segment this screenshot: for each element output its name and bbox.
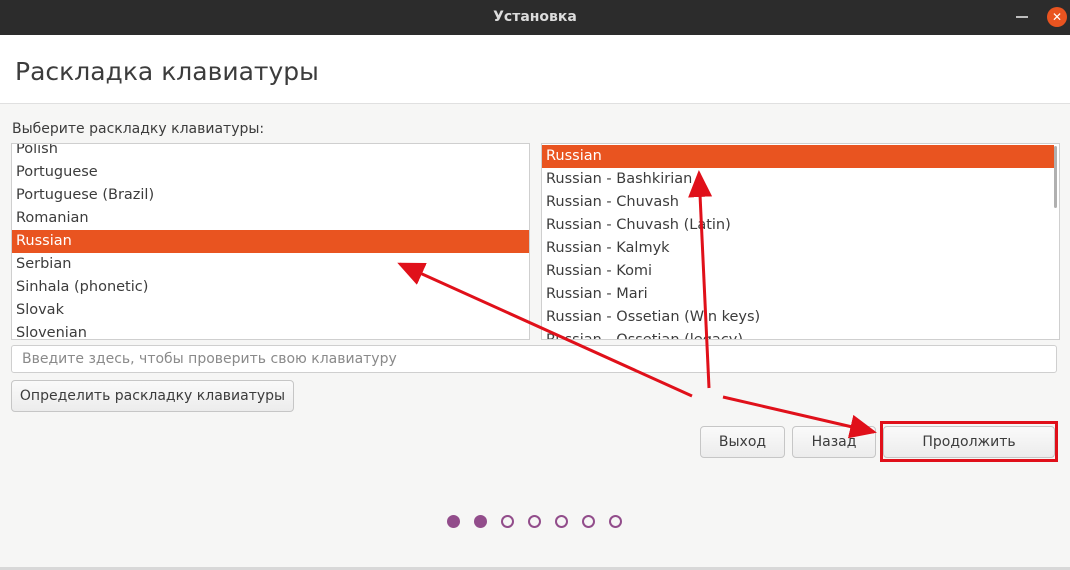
title-bar: Установка ✕ <box>0 0 1070 35</box>
progress-dot <box>528 515 541 528</box>
page-header: Раскладка клавиатуры <box>0 35 1070 104</box>
list-item[interactable]: Russian - Chuvash (Latin) <box>542 214 1054 237</box>
list-item[interactable]: Serbian <box>12 253 529 276</box>
list-item[interactable]: Russian - Bashkirian <box>542 168 1054 191</box>
list-item[interactable]: Russian - Komi <box>542 260 1054 283</box>
list-item[interactable]: Polish <box>12 144 529 161</box>
progress-dot <box>555 515 568 528</box>
keyboard-test-input[interactable] <box>11 345 1057 373</box>
quit-button[interactable]: Выход <box>700 426 785 458</box>
window-title: Установка <box>493 9 577 25</box>
list-item[interactable]: Portuguese (Brazil) <box>12 184 529 207</box>
list-item[interactable]: Russian - Mari <box>542 283 1054 306</box>
progress-dot <box>582 515 595 528</box>
continue-highlight-annotation <box>880 421 1058 462</box>
list-item[interactable]: Russian - Ossetian (Win keys) <box>542 306 1054 329</box>
list-item[interactable]: Russian <box>542 145 1054 168</box>
close-icon[interactable]: ✕ <box>1047 7 1067 27</box>
list-item[interactable]: Slovak <box>12 299 529 322</box>
list-item[interactable]: Russian <box>12 230 529 253</box>
list-item[interactable]: Russian - Kalmyk <box>542 237 1054 260</box>
layout-prompt: Выберите раскладку клавиатуры: <box>12 121 265 137</box>
layout-list[interactable]: Polish Portuguese Portuguese (Brazil) Roman… <box>11 143 530 340</box>
list-item[interactable]: Russian - Ossetian (legacy) <box>542 329 1054 339</box>
variant-list-scrollbar[interactable] <box>1054 146 1057 208</box>
progress-dot <box>474 515 487 528</box>
list-item[interactable]: Sinhala (phonetic) <box>12 276 529 299</box>
page-title: Раскладка клавиатуры <box>15 57 319 86</box>
progress-dot <box>609 515 622 528</box>
list-item[interactable]: Portuguese <box>12 161 529 184</box>
detect-layout-button[interactable]: Определить раскладку клавиатуры <box>11 380 294 412</box>
progress-dot <box>501 515 514 528</box>
variant-list[interactable]: Russian Russian - Bashkirian Russian - Chu… <box>541 143 1060 340</box>
back-button[interactable]: Назад <box>792 426 876 458</box>
list-item[interactable]: Russian - Chuvash <box>542 191 1054 214</box>
list-item[interactable]: Slovenian <box>12 322 529 339</box>
list-item[interactable]: Romanian <box>12 207 529 230</box>
progress-dot <box>447 515 460 528</box>
minimize-icon[interactable] <box>1016 16 1028 18</box>
